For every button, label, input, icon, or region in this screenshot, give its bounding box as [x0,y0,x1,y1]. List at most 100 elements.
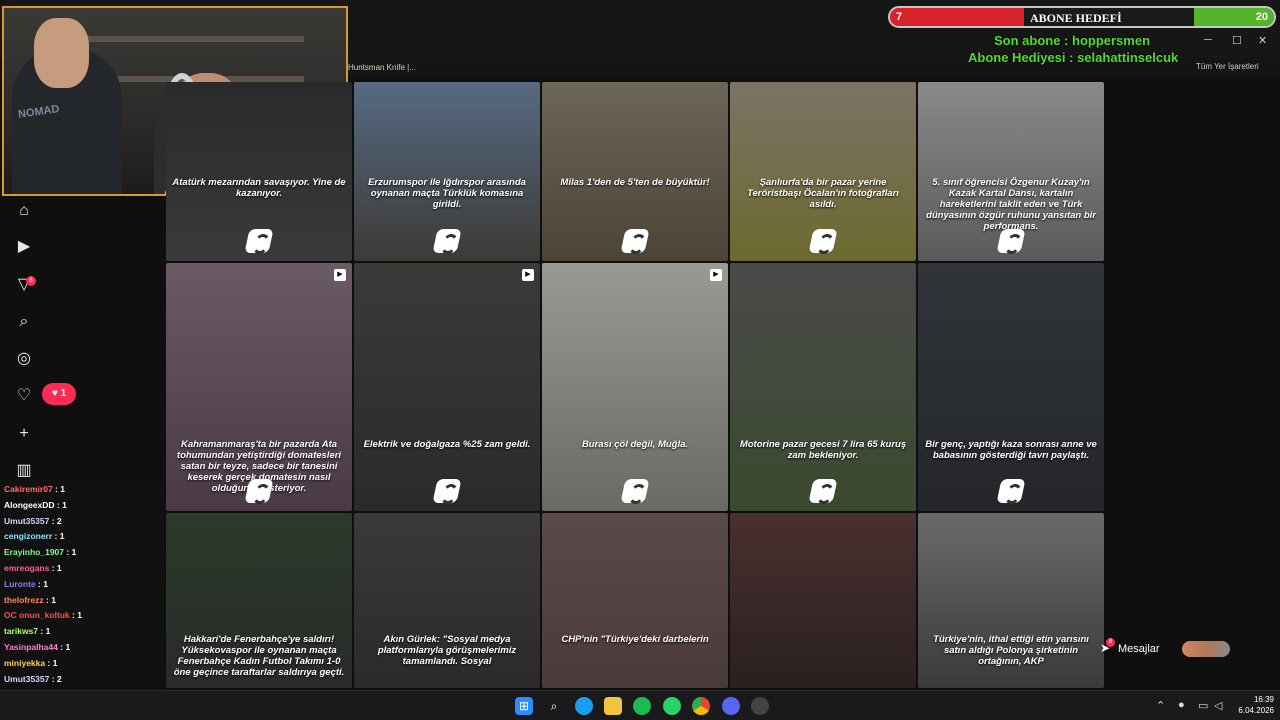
shelf [84,36,304,42]
tile-caption: Burası çöl değil, Muğla. [581,439,689,450]
chat-user[interactable]: Cakiremir07 [4,484,53,494]
tile-caption: Erzurumspor ile Iğdırspor arasında oynan… [368,177,526,210]
spotify-icon[interactable] [633,697,651,715]
like-count-pill[interactable]: ♥ 1 [42,383,76,405]
tile-caption: Bir genç, yaptığı kaza sonrası anne ve b… [925,439,1097,461]
head [34,18,89,88]
whatsapp-icon[interactable] [663,697,681,715]
stats-icon[interactable]: ▥ [14,461,34,481]
chat-user[interactable]: Luronte [4,579,36,589]
chat-separator: : [49,515,57,526]
avatars [1182,641,1230,657]
chat-user[interactable]: OC onun_koltuk [4,610,70,620]
chrome-icon[interactable] [692,697,710,715]
last-subscriber: Son abone : hoppersmen [994,33,1151,48]
chat-line: Erayinho_1907 : 1 [4,547,76,557]
chat-panel: Cakiremir07 : 1 AlongeexDD : 1 Umut35357 :… [0,480,164,702]
search-icon[interactable]: ⌕ [14,312,34,332]
video-tile[interactable]: Akın Gürlek: "Sosyal medya platformlarıy… [354,513,540,688]
chat-count: 1 [56,563,62,573]
folder-icon[interactable] [604,697,622,715]
chat-line: emreogans : 1 [4,563,62,573]
chat-user[interactable]: AlongeexDD [4,500,55,510]
chat-count: 2 [56,673,62,684]
video-tile[interactable]: Hakkari'de Fenerbahçe'ye saldırı! Yüksek… [166,513,352,688]
chat-separator: : [38,626,46,637]
goal-title: ABONE HEDEFİ [1030,11,1122,25]
windows-icon[interactable]: ⊞ [515,697,533,715]
chat-line: cengizonerr : 1 [4,531,64,541]
shorts-logo-icon [996,479,1026,503]
shorts-logo-icon [808,479,838,503]
discord-icon[interactable] [722,697,740,715]
video-tile[interactable]: Motorine pazar gecesi 7 lira 65 kuruş za… [730,263,916,511]
tile-caption: Atatürk mezarından savaşıyor. Yine de ka… [172,177,346,199]
network-icon[interactable]: ▭ [1198,699,1208,712]
tile-caption: Türkiye'nin, ithal ettiği etin yarısını … [933,634,1089,667]
messages-button[interactable]: ➤ 8 Mesajlar [1096,638,1250,660]
chat-count: 1 [59,531,65,542]
video-tile[interactable]: Bir genç, yaptığı kaza sonrası anne ve b… [918,263,1104,511]
tile-caption: 5. sınıf öğrencisi Özgenur Kuzay'ın Kaza… [926,177,1096,232]
all-bookmarks[interactable]: Tüm Yer İşaretleri [1196,62,1259,71]
heart-icon[interactable]: ♡ [14,386,34,406]
goal-current: 7 [896,11,903,23]
minimize-icon[interactable]: ─ [1204,34,1212,46]
maximize-icon[interactable]: ☐ [1232,34,1242,47]
shorts-logo-icon [808,229,838,253]
bookmark-item[interactable]: Huntsman Knife |... [348,63,416,72]
chat-user[interactable]: emreogans [4,563,49,573]
tile-caption: Şanlıurfa'da bir pazar yerine Teröristba… [747,177,899,210]
chat-line: Umut35357 : 2 [4,674,62,684]
mic-icon[interactable]: ● [1178,699,1185,711]
chat-user[interactable]: Umut35357 [4,516,49,526]
video-tile[interactable]: CHP'nin "Türkiye'deki darbelerin [542,513,728,688]
video-tile[interactable]: Erzurumspor ile Iğdırspor arasında oynan… [354,82,540,261]
plus-icon[interactable]: + [14,424,34,444]
clock-date: 6.04.2026 [1238,706,1274,715]
chat-count: 1 [45,626,51,637]
chat-user[interactable]: cengizonerr [4,531,52,541]
sidebar: ⌂ ▶ ▽ ⌕ ◎ ♡ + ▥ [0,196,164,480]
video-tile[interactable]: ▶ Elektrik ve doğalgaza %25 zam geldi. [354,263,540,511]
video-tile[interactable]: ▶ Kahramanmaraş'ta bir pazarda Ata tohumu… [166,263,352,511]
tile-caption: Motorine pazar gecesi 7 lira 65 kuruş za… [739,439,907,461]
video-tile[interactable]: Atatürk mezarından savaşıyor. Yine de ka… [166,82,352,261]
chat-line: OC onun_koltuk : 1 [4,610,82,620]
video-tile[interactable]: Milas 1'den de 5'ten de büyüktür! [542,82,728,261]
taskbar: ⊞ ⌕ ⌃ ● ▭ ◁ 16:39 6.04.2026 [0,690,1280,720]
chat-user[interactable]: Erayinho_1907 [4,547,64,557]
explore-icon[interactable]: ◎ [14,349,34,369]
video-tile[interactable]: 5. sınıf öğrencisi Özgenur Kuzay'ın Kaza… [918,82,1104,261]
chevron-up-icon[interactable]: ⌃ [1156,699,1165,712]
edge-icon[interactable] [575,697,593,715]
video-type-icon: ▶ [522,269,534,281]
chat-line: Umut35357 : 2 [4,516,62,526]
video-type-icon: ▶ [710,269,722,281]
gift-subscriber: Abone Hediyesi : selahattinselcuk [968,50,1179,65]
video-tile[interactable] [730,513,916,688]
chat-user[interactable]: tarikws7 [4,626,38,636]
tile-caption: Milas 1'den de 5'ten de büyüktür! [560,177,710,188]
tile-caption: Akın Gürlek: "Sosyal medya platformlarıy… [377,634,517,667]
search-icon[interactable]: ⌕ [545,697,563,715]
close-icon[interactable]: ✕ [1258,34,1267,47]
shirt-print: NOMAD [17,103,61,121]
chat-user[interactable]: miniyekka [4,658,45,668]
volume-icon[interactable]: ◁ [1214,699,1222,712]
tile-caption: CHP'nin "Türkiye'deki darbelerin [561,634,709,645]
video-tile[interactable]: Şanlıurfa'da bir pazar yerine Teröristba… [730,82,916,261]
chat-user[interactable]: Yasinpalha44 [4,642,58,652]
shorts-logo-icon [244,479,274,503]
video-tile[interactable]: Türkiye'nin, ithal ettiği etin yarısını … [918,513,1104,688]
shorts-icon[interactable]: ▶ [14,237,34,257]
clock[interactable]: 16:39 6.04.2026 [1234,694,1274,716]
steam-icon[interactable] [751,697,769,715]
content-grid: Atatürk mezarından savaşıyor. Yine de ka… [166,82,1106,688]
chat-user[interactable]: Umut35357 [4,674,49,684]
chat-separator: : [45,657,53,668]
video-tile[interactable]: ▶ Burası çöl değil, Muğla. [542,263,728,511]
chat-count: 1 [60,484,65,494]
chat-user[interactable]: thelofrezz [4,595,44,605]
home-icon[interactable]: ⌂ [14,201,34,221]
